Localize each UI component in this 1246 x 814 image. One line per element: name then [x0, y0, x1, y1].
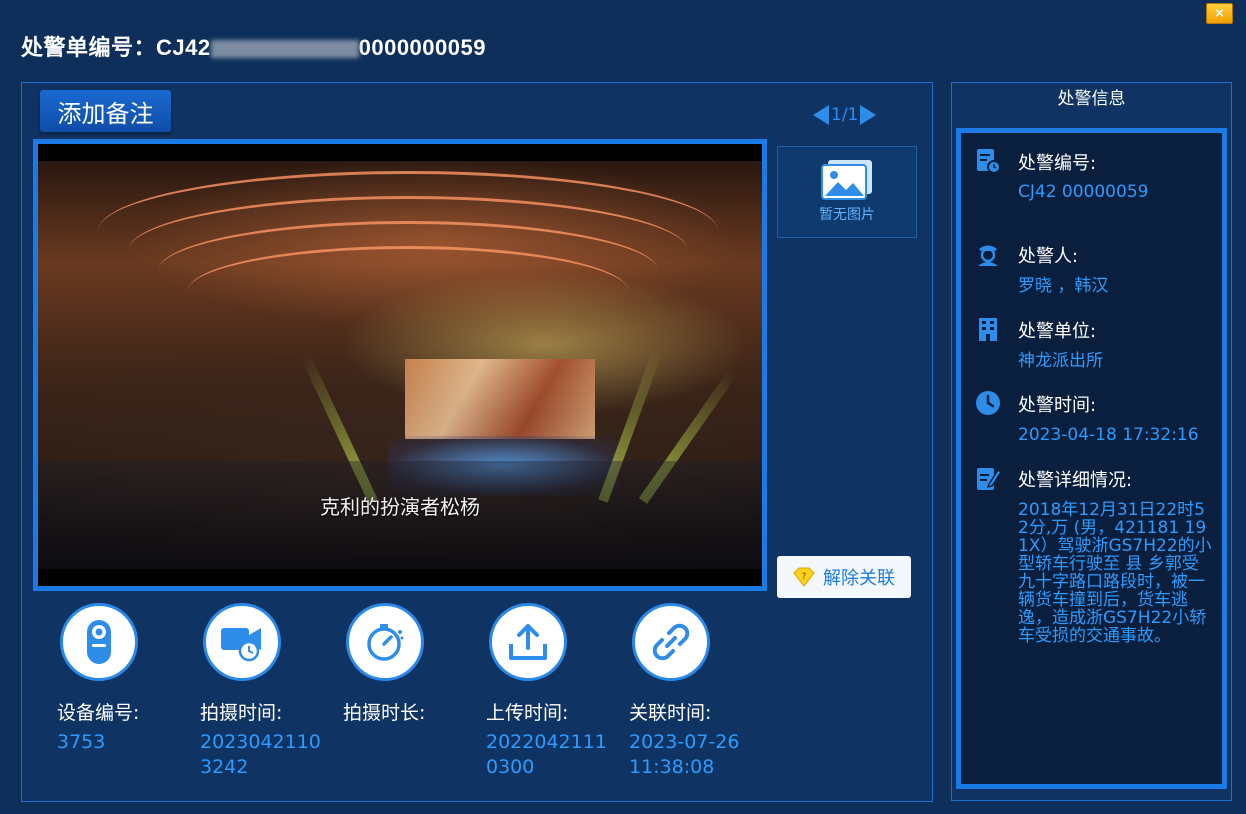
capture-time-icon-circle	[203, 603, 281, 681]
close-button[interactable]: ×	[1206, 3, 1233, 24]
pager: 1/1	[813, 101, 877, 129]
device-number-value: 3753	[57, 731, 106, 753]
officer-label: 处警人:	[1018, 246, 1079, 267]
edit-document-icon	[977, 468, 1001, 490]
duration-icon-circle	[346, 603, 424, 681]
device-number-label: 设备编号:	[57, 702, 140, 724]
stopwatch-icon	[367, 624, 404, 661]
alarm-info-header: 处警信息	[1057, 89, 1126, 109]
video-camera-icon	[221, 628, 261, 662]
clock-icon	[976, 391, 1000, 415]
video-player[interactable]: 克利的扮演者松杨	[33, 139, 767, 591]
alarm-number-label: 处警编号:	[1018, 153, 1097, 174]
alarm-info-body: 处警编号: CJ42 00000059 处警人: 罗晓 ，韩汉 处警单位: 神龙…	[956, 128, 1227, 789]
redacted-mask	[210, 40, 359, 59]
upload-icon	[509, 624, 547, 660]
svg-text:?: ?	[802, 572, 807, 582]
video-frame-image: 克利的扮演者松杨	[38, 161, 762, 569]
detail-value: 2018年12月31日22时52分,万 (男，421181 191X）驾驶浙GS…	[1018, 500, 1212, 646]
upload-time-label: 上传时间:	[486, 702, 569, 724]
detail-label: 处警详细情况:	[1018, 470, 1133, 491]
unlink-label: 解除关联	[823, 568, 895, 589]
no-image-label: 暂无图片	[819, 207, 875, 223]
page-title-suffix: 0000000059	[358, 35, 486, 60]
page-title: 处警单编号：CJ42 0000000059	[21, 30, 486, 64]
duration-label: 拍摄时长:	[343, 702, 426, 724]
unlink-button[interactable]: ? 解除关联	[777, 556, 911, 598]
alarm-time-value: 2023-04-18 17:32:16	[1018, 425, 1199, 445]
alarm-number-value: CJ42 00000059	[1018, 182, 1149, 202]
unit-label: 处警单位:	[1018, 321, 1097, 342]
officer-icon	[978, 245, 998, 266]
upload-time-value: 20220421110300	[486, 731, 607, 778]
next-page-icon[interactable]	[860, 105, 877, 125]
prev-page-icon[interactable]	[813, 105, 829, 125]
image-thumbnail-placeholder[interactable]: 暂无图片	[777, 146, 917, 238]
page-indicator: 1/1	[831, 105, 859, 125]
device-camera-icon	[87, 620, 111, 664]
device-number-icon-circle	[60, 603, 138, 681]
alarm-info-panel: 处警信息 处警编号: CJ42 00000059 处警人: 罗晓 ，韩汉 处警单…	[951, 82, 1232, 801]
unit-value: 神龙派出所	[1018, 351, 1103, 371]
building-icon	[979, 318, 997, 341]
document-clock-icon	[977, 149, 1001, 174]
add-note-button[interactable]: 添加备注	[40, 90, 171, 132]
link-time-value: 2023-07-26 11:38:08	[629, 731, 740, 778]
picture-icon	[821, 160, 872, 200]
media-panel: 添加备注 1/1 克利的扮演者松杨 暂无图片 ? 解除关联 设备编号: 3753…	[21, 82, 933, 802]
capture-time-label: 拍摄时间:	[200, 702, 283, 724]
diamond-icon: ?	[793, 567, 815, 587]
video-subtitle: 克利的扮演者松杨	[320, 495, 480, 519]
capture-time-value: 20230421103242	[200, 731, 321, 778]
alarm-time-label: 处警时间:	[1018, 395, 1097, 416]
page-title-label: 处警单编号：	[21, 35, 157, 60]
officer-value: 罗晓 ，韩汉	[1018, 276, 1109, 296]
link-time-icon-circle	[632, 603, 710, 681]
upload-time-icon-circle	[489, 603, 567, 681]
page-title-prefix: CJ42	[156, 35, 211, 60]
link-icon	[652, 623, 690, 661]
link-time-label: 关联时间:	[629, 702, 712, 724]
